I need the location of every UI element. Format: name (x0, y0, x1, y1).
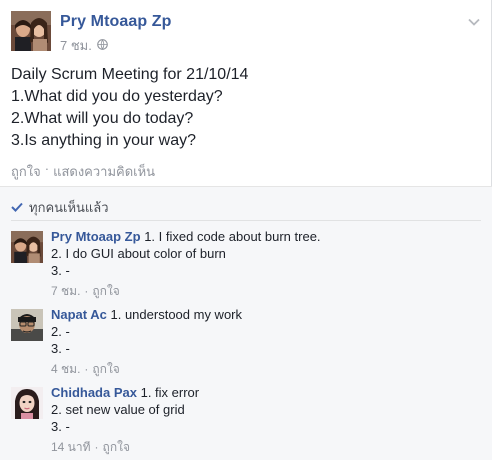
commenter-name[interactable]: Pry Mtoaap Zp (51, 229, 141, 244)
comments-section: ทุกคนเห็นแล้ว Pry Mtoaap Zp 1. I fixed c… (0, 187, 492, 460)
comment-text: 1. fix error (140, 385, 200, 400)
commenter-name[interactable]: Napat Ac (51, 307, 107, 322)
chevron-down-icon[interactable] (467, 15, 481, 29)
comment-text: 1. I fixed code about burn tree. (144, 229, 321, 244)
comment-line: 3. - (51, 341, 70, 356)
comment-link[interactable]: แสดงความคิดเห็น (53, 161, 155, 182)
comment-line: 3. - (51, 419, 70, 434)
post-author-name[interactable]: Pry Mtoaap Zp (60, 13, 172, 31)
comment-like-link[interactable]: ถูกใจ (103, 439, 130, 456)
commenter-avatar[interactable] (11, 387, 43, 419)
post-actions: ถูกใจ · แสดงความคิดเห็น (11, 161, 155, 182)
comment-first-line: Pry Mtoaap Zp 1. I fixed code about burn… (51, 228, 471, 245)
comment-line: 2. set new value of grid (51, 402, 185, 417)
separator-dot: · (44, 161, 50, 176)
post-card: Pry Mtoaap Zp 7 ชม. Daily Scrum Meeting … (0, 0, 492, 460)
globe-icon (97, 38, 108, 53)
comment-like-link[interactable]: ถูกใจ (92, 283, 119, 300)
comment-first-line: Chidhada Pax 1. fix error (51, 384, 471, 401)
checkmark-icon (11, 200, 23, 215)
comment-body: Chidhada Pax 1. fix error 2. set new val… (51, 384, 471, 456)
separator-dot: · (84, 362, 89, 376)
author-avatar[interactable] (11, 11, 51, 51)
post-meta: 7 ชม. (60, 35, 108, 56)
post-content: Daily Scrum Meeting for 21/10/14 1.What … (11, 64, 481, 152)
post-line: 2.What will you do today? (11, 110, 194, 127)
comment-meta: 7 ชม. · ถูกใจ (51, 283, 471, 300)
comment-meta: 14 นาที · ถูกใจ (51, 439, 471, 456)
post-header: Pry Mtoaap Zp 7 ชม. (11, 11, 481, 59)
seen-by-label: ทุกคนเห็นแล้ว (29, 200, 109, 215)
comment-body: Pry Mtoaap Zp 1. I fixed code about burn… (51, 228, 471, 300)
post-line: 3.Is anything in your way? (11, 132, 196, 149)
comment-timestamp[interactable]: 14 นาที (51, 439, 91, 456)
post-timestamp[interactable]: 7 ชม. (60, 35, 92, 56)
comment-first-line: Napat Ac 1. understood my work (51, 306, 471, 323)
comment-like-link[interactable]: ถูกใจ (92, 361, 119, 378)
comment-body: Napat Ac 1. understood my work 2. - 3. -… (51, 306, 471, 378)
post-line: 1.What did you do yesterday? (11, 88, 223, 105)
commenter-avatar[interactable] (11, 231, 43, 263)
seen-by-row[interactable]: ทุกคนเห็นแล้ว (11, 197, 109, 218)
comment-meta: 4 ชม. · ถูกใจ (51, 361, 471, 378)
post-line: Daily Scrum Meeting for 21/10/14 (11, 66, 249, 83)
comment-text: 1. understood my work (110, 307, 243, 322)
like-link[interactable]: ถูกใจ (11, 161, 41, 182)
comment-line: 2. - (51, 324, 70, 339)
seen-divider (11, 220, 481, 221)
commenter-name[interactable]: Chidhada Pax (51, 385, 137, 400)
commenter-avatar[interactable] (11, 309, 43, 341)
comment-line: 2. I do GUI about color of burn (51, 246, 226, 261)
separator-dot: · (84, 284, 89, 298)
comment-line: 3. - (51, 263, 70, 278)
comment-timestamp[interactable]: 4 ชม. (51, 361, 80, 378)
comment-timestamp[interactable]: 7 ชม. (51, 283, 80, 300)
separator-dot: · (94, 440, 99, 454)
